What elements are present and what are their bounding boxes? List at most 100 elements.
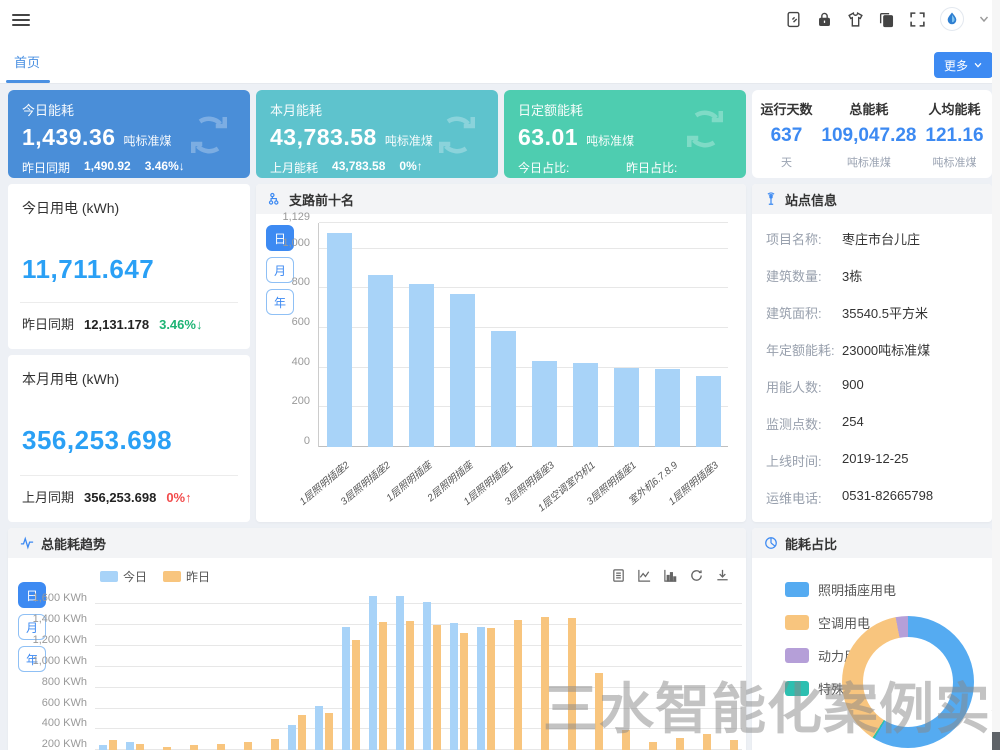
trend-bar-昨日[interactable] xyxy=(595,673,603,750)
site-info-row: 监测点数:254 xyxy=(766,414,982,434)
trend-bar-昨日[interactable] xyxy=(244,742,252,750)
menu-toggle-icon[interactable] xyxy=(12,11,30,27)
data-view-icon[interactable] xyxy=(611,568,626,583)
trend-bar-昨日[interactable] xyxy=(271,739,279,750)
trend-bar-今日[interactable] xyxy=(396,596,404,750)
bar-chart-toggle-icon[interactable] xyxy=(663,568,678,583)
site-info-value: 0531-82665798 xyxy=(842,488,933,508)
trend-bar-昨日[interactable] xyxy=(622,730,630,750)
scrollbar-thumb[interactable] xyxy=(992,732,1000,750)
trend-bar-今日[interactable] xyxy=(315,706,323,750)
trend-bar-昨日[interactable] xyxy=(190,745,198,750)
summary-stat-value: 109,047.28 xyxy=(821,125,916,147)
trend-bar-昨日[interactable] xyxy=(109,740,117,750)
copy-icon[interactable] xyxy=(878,11,895,28)
trend-bar-昨日[interactable] xyxy=(460,633,468,750)
branch-bar[interactable] xyxy=(491,331,516,447)
trend-bar-昨日[interactable] xyxy=(649,742,657,750)
branch-bar[interactable] xyxy=(450,294,475,447)
branch-bar[interactable] xyxy=(409,284,434,447)
trend-bar-今日[interactable] xyxy=(126,742,134,750)
usage-card-title: 今日用电 (kWh) xyxy=(22,198,236,218)
branch-network-icon xyxy=(268,192,282,206)
legend-swatch xyxy=(100,571,118,582)
trend-bar-昨日[interactable] xyxy=(217,744,225,750)
line-chart-toggle-icon[interactable] xyxy=(637,568,652,583)
legend-item-今日[interactable]: 今日 xyxy=(100,568,147,585)
summary-stat-value: 121.16 xyxy=(925,125,983,147)
trend-bar-今日[interactable] xyxy=(423,602,431,750)
repair-tool-icon[interactable] xyxy=(785,11,802,28)
trend-bar-今日[interactable] xyxy=(342,627,350,750)
trend-bar-昨日[interactable] xyxy=(352,640,360,750)
gridline xyxy=(95,708,742,709)
trend-bar-今日[interactable] xyxy=(477,627,485,750)
usage-card-title: 本月用电 (kWh) xyxy=(22,369,236,389)
branch-period-button-年[interactable]: 年 xyxy=(266,289,294,315)
trend-bar-今日[interactable] xyxy=(288,725,296,750)
stat-card-unit: 吨标准煤 xyxy=(586,132,634,149)
trend-bar-昨日[interactable] xyxy=(676,738,684,750)
ratio-legend-item[interactable]: 空调用电 xyxy=(785,613,870,632)
branch-bar[interactable] xyxy=(573,363,598,447)
trend-bar-昨日[interactable] xyxy=(703,734,711,750)
gridline xyxy=(95,645,742,646)
trend-bar-昨日[interactable] xyxy=(433,625,441,750)
energy-ratio-donut[interactable] xyxy=(842,616,974,748)
y-axis-tick-label: 1,400 KWh xyxy=(33,613,87,625)
ratio-legend-item[interactable]: 照明插座用电 xyxy=(785,580,896,599)
gridline xyxy=(95,624,742,625)
trend-bar-昨日[interactable] xyxy=(568,618,576,750)
branch-bar[interactable] xyxy=(655,369,680,447)
summary-stat-label: 总能耗 xyxy=(821,99,916,118)
site-info-value: 3栋 xyxy=(842,266,862,286)
site-info-value: 23000吨标准煤 xyxy=(842,340,930,360)
user-avatar[interactable] xyxy=(940,7,964,31)
trend-bar-昨日[interactable] xyxy=(487,628,495,750)
site-info-label: 年定额能耗: xyxy=(766,340,842,360)
usage-card-value: 356,253.698 xyxy=(22,425,236,456)
scrollbar-track[interactable] xyxy=(992,0,1000,750)
ratio-panel-header: 能耗占比 xyxy=(752,528,992,558)
more-button[interactable]: 更多 xyxy=(934,52,993,78)
user-menu-chevron-icon[interactable] xyxy=(978,13,990,25)
site-info-label: 用能人数: xyxy=(766,377,842,397)
trend-bar-今日[interactable] xyxy=(99,745,107,750)
refresh-cycle-icon xyxy=(430,108,484,162)
branch-period-button-月[interactable]: 月 xyxy=(266,257,294,283)
lock-icon[interactable] xyxy=(816,11,833,28)
branch-bar[interactable] xyxy=(327,233,352,447)
stat-card-sub-pct: 0%↑ xyxy=(399,159,422,176)
trend-bar-昨日[interactable] xyxy=(730,740,738,750)
pie-chart-icon xyxy=(764,536,778,550)
trend-bar-昨日[interactable] xyxy=(514,620,522,750)
site-info-label: 项目名称: xyxy=(766,229,842,249)
trend-bar-昨日[interactable] xyxy=(325,713,333,750)
trend-bar-chart[interactable]: 0 KWh200 KWh400 KWh600 KWh800 KWh1,000 K… xyxy=(95,594,742,750)
legend-item-昨日[interactable]: 昨日 xyxy=(163,568,210,585)
branch-bar[interactable] xyxy=(368,275,393,447)
summary-stat-label: 人均能耗 xyxy=(925,99,983,118)
trend-bar-昨日[interactable] xyxy=(379,622,387,750)
branch-panel-header: 支路前十名 xyxy=(256,184,746,214)
trend-bar-今日[interactable] xyxy=(450,623,458,750)
tab-home[interactable]: 首页 xyxy=(14,52,40,71)
branch-bar[interactable] xyxy=(696,376,721,447)
refresh-cycle-icon xyxy=(678,102,732,156)
theme-skin-icon[interactable] xyxy=(847,11,864,28)
download-icon[interactable] xyxy=(715,568,730,583)
trend-bar-昨日[interactable] xyxy=(136,744,144,750)
branch-bar-chart[interactable]: 02004006008001,0001,1291层照明插座23层照明插座21层照… xyxy=(318,223,728,447)
y-axis-tick-label: 1,600 KWh xyxy=(33,592,87,604)
branch-bar[interactable] xyxy=(614,368,639,447)
trend-bar-昨日[interactable] xyxy=(541,617,549,750)
site-info-label: 建筑面积: xyxy=(766,303,842,323)
ratio-legend-swatch xyxy=(785,615,809,630)
refresh-icon[interactable] xyxy=(689,568,704,583)
branch-bar[interactable] xyxy=(532,361,557,447)
fullscreen-icon[interactable] xyxy=(909,11,926,28)
legend-swatch xyxy=(163,571,181,582)
trend-bar-昨日[interactable] xyxy=(406,621,414,750)
trend-bar-昨日[interactable] xyxy=(298,715,306,750)
trend-bar-今日[interactable] xyxy=(369,596,377,750)
